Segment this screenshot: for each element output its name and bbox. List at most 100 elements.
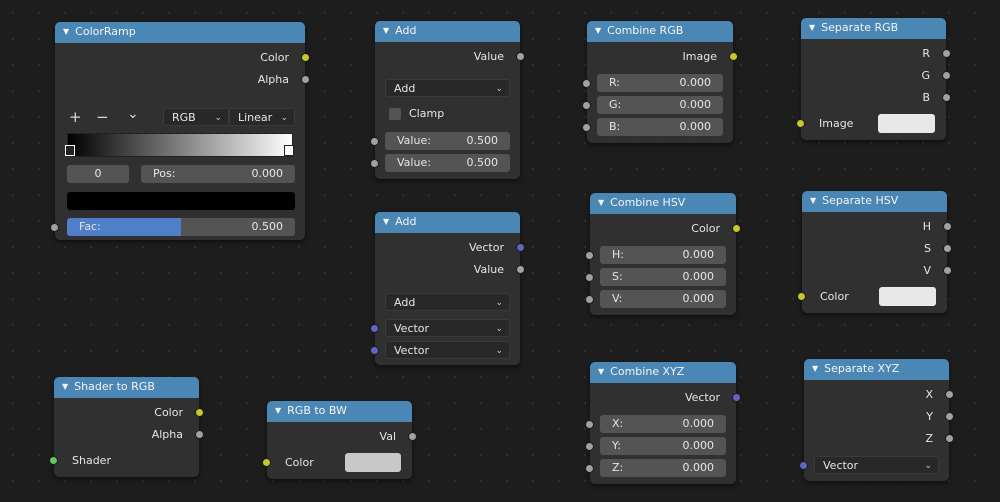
v-output-socket[interactable] xyxy=(943,266,952,275)
h-field[interactable]: H: 0.000 xyxy=(600,246,726,264)
value-output-socket[interactable] xyxy=(516,52,525,61)
vector-input-dropdown-1[interactable]: Vector ⌄ xyxy=(385,319,510,337)
collapse-arrow-icon[interactable]: ▼ xyxy=(598,198,604,207)
interpolation-dropdown[interactable]: Linear ⌄ xyxy=(229,108,295,126)
separate-hsv-header[interactable]: ▼ Separate HSV xyxy=(802,191,947,212)
clamp-row[interactable]: Clamp xyxy=(375,105,520,123)
alpha-output-socket[interactable] xyxy=(195,430,204,439)
color-output-socket[interactable] xyxy=(301,53,310,62)
rgb-to-bw-header[interactable]: ▼ RGB to BW xyxy=(267,401,412,422)
collapse-arrow-icon[interactable]: ▼ xyxy=(62,382,68,391)
h-input-socket[interactable] xyxy=(585,251,594,260)
z-input-socket[interactable] xyxy=(585,464,594,473)
vector-add-node[interactable]: ▼ Add Vector Value Add ⌄ Vector ⌄ Vector ⌄ xyxy=(370,212,525,365)
colorramp-node[interactable]: ▼ ColorRamp Color Alpha + − ⌄ RGB ⌄ Linear… xyxy=(50,22,310,240)
value-input-socket-1[interactable] xyxy=(370,137,379,146)
r-output-socket[interactable] xyxy=(942,49,951,58)
y-output-socket[interactable] xyxy=(945,412,954,421)
collapse-arrow-icon[interactable]: ▼ xyxy=(63,27,69,36)
vector-input-dropdown[interactable]: Vector ⌄ xyxy=(814,456,939,474)
separate-rgb-header[interactable]: ▼ Separate RGB xyxy=(801,18,946,39)
combine-hsv-header[interactable]: ▼ Combine HSV xyxy=(590,193,736,214)
b-field[interactable]: B: 0.000 xyxy=(597,118,723,136)
shader-to-rgb-node[interactable]: ▼ Shader to RGB Color Alpha Shader xyxy=(49,377,204,477)
stop-index-field[interactable]: 0 xyxy=(67,165,129,183)
color-input-socket[interactable] xyxy=(797,292,806,301)
gradient-bar[interactable] xyxy=(67,133,293,157)
position-field[interactable]: Pos: 0.000 xyxy=(141,165,295,183)
collapse-arrow-icon[interactable]: ▼ xyxy=(598,367,604,376)
shader-to-rgb-header[interactable]: ▼ Shader to RGB xyxy=(54,377,199,398)
v-field[interactable]: V: 0.000 xyxy=(600,290,726,308)
separate-xyz-node[interactable]: ▼ Separate XYZ X Y Z Vector ⌄ xyxy=(799,359,954,481)
color-output-socket[interactable] xyxy=(732,224,741,233)
clamp-checkbox[interactable] xyxy=(389,108,401,120)
math-add-header[interactable]: ▼ Add xyxy=(375,21,520,42)
s-field[interactable]: S: 0.000 xyxy=(600,268,726,286)
image-color-swatch[interactable] xyxy=(878,114,935,133)
x-output-socket[interactable] xyxy=(945,390,954,399)
vector-input-socket-2[interactable] xyxy=(370,346,379,355)
r-field[interactable]: R: 0.000 xyxy=(597,74,723,92)
collapse-arrow-icon[interactable]: ▼ xyxy=(812,364,818,373)
vector-add-header[interactable]: ▼ Add xyxy=(375,212,520,233)
vector-output-socket[interactable] xyxy=(516,243,525,252)
color-swatch[interactable] xyxy=(345,453,401,472)
combine-xyz-node[interactable]: ▼ Combine XYZ Vector X: 0.000 Y: 0.000 Z: 0.… xyxy=(585,362,741,484)
r-input-socket[interactable] xyxy=(582,79,591,88)
collapse-arrow-icon[interactable]: ▼ xyxy=(810,196,816,205)
x-input-socket[interactable] xyxy=(585,420,594,429)
vector-input-dropdown-2[interactable]: Vector ⌄ xyxy=(385,341,510,359)
color-output-socket[interactable] xyxy=(195,408,204,417)
z-output-socket[interactable] xyxy=(945,434,954,443)
b-output-socket[interactable] xyxy=(942,93,951,102)
alpha-output-socket[interactable] xyxy=(301,75,310,84)
b-input-socket[interactable] xyxy=(582,123,591,132)
separate-rgb-node[interactable]: ▼ Separate RGB R G B Image xyxy=(796,18,951,140)
value-field-1[interactable]: Value: 0.500 xyxy=(385,132,510,150)
value-field-2[interactable]: Value: 0.500 xyxy=(385,154,510,172)
h-output-socket[interactable] xyxy=(943,222,952,231)
g-field[interactable]: G: 0.000 xyxy=(597,96,723,114)
fac-input-socket[interactable] xyxy=(50,223,59,232)
colorramp-header[interactable]: ▼ ColorRamp xyxy=(55,22,305,43)
color-stop-black-marker[interactable] xyxy=(65,145,75,156)
combine-rgb-node[interactable]: ▼ Combine RGB Image R: 0.000 G: 0.000 B: 0.0… xyxy=(582,21,738,143)
color-input-socket[interactable] xyxy=(262,458,271,467)
combine-xyz-header[interactable]: ▼ Combine XYZ xyxy=(590,362,736,383)
ramp-menu-chevron-icon[interactable]: ⌄ xyxy=(127,105,139,123)
rgb-to-bw-node[interactable]: ▼ RGB to BW Val Color xyxy=(262,401,417,479)
s-output-socket[interactable] xyxy=(943,244,952,253)
val-output-socket[interactable] xyxy=(408,432,417,441)
remove-stop-button[interactable]: − xyxy=(96,108,109,126)
color-mode-dropdown[interactable]: RGB ⌄ xyxy=(163,108,229,126)
combine-hsv-node[interactable]: ▼ Combine HSV Color H: 0.000 S: 0.000 V: 0.0… xyxy=(585,193,741,315)
s-input-socket[interactable] xyxy=(585,273,594,282)
x-field[interactable]: X: 0.000 xyxy=(600,415,726,433)
operation-dropdown[interactable]: Add ⌄ xyxy=(385,79,510,97)
collapse-arrow-icon[interactable]: ▼ xyxy=(383,26,389,35)
vector-output-socket[interactable] xyxy=(732,393,741,402)
add-stop-button[interactable]: + xyxy=(69,108,82,126)
separate-xyz-header[interactable]: ▼ Separate XYZ xyxy=(804,359,949,380)
vector-input-socket-1[interactable] xyxy=(370,324,379,333)
z-field[interactable]: Z: 0.000 xyxy=(600,459,726,477)
stop-color-swatch[interactable] xyxy=(67,192,295,210)
v-input-socket[interactable] xyxy=(585,295,594,304)
math-add-node[interactable]: ▼ Add Value Add ⌄ Clamp Value: 0.500 Value… xyxy=(370,21,525,179)
value-output-socket[interactable] xyxy=(516,265,525,274)
value-input-socket-2[interactable] xyxy=(370,159,379,168)
image-input-socket[interactable] xyxy=(796,119,805,128)
y-field[interactable]: Y: 0.000 xyxy=(600,437,726,455)
image-output-socket[interactable] xyxy=(729,52,738,61)
g-output-socket[interactable] xyxy=(942,71,951,80)
y-input-socket[interactable] xyxy=(585,442,594,451)
separate-hsv-node[interactable]: ▼ Separate HSV H S V Color xyxy=(797,191,952,313)
color-stop-white-marker[interactable] xyxy=(284,145,294,156)
g-input-socket[interactable] xyxy=(582,101,591,110)
combine-rgb-header[interactable]: ▼ Combine RGB xyxy=(587,21,733,42)
vector-input-socket[interactable] xyxy=(799,461,808,470)
collapse-arrow-icon[interactable]: ▼ xyxy=(275,406,281,415)
shader-input-socket[interactable] xyxy=(49,456,58,465)
collapse-arrow-icon[interactable]: ▼ xyxy=(595,26,601,35)
